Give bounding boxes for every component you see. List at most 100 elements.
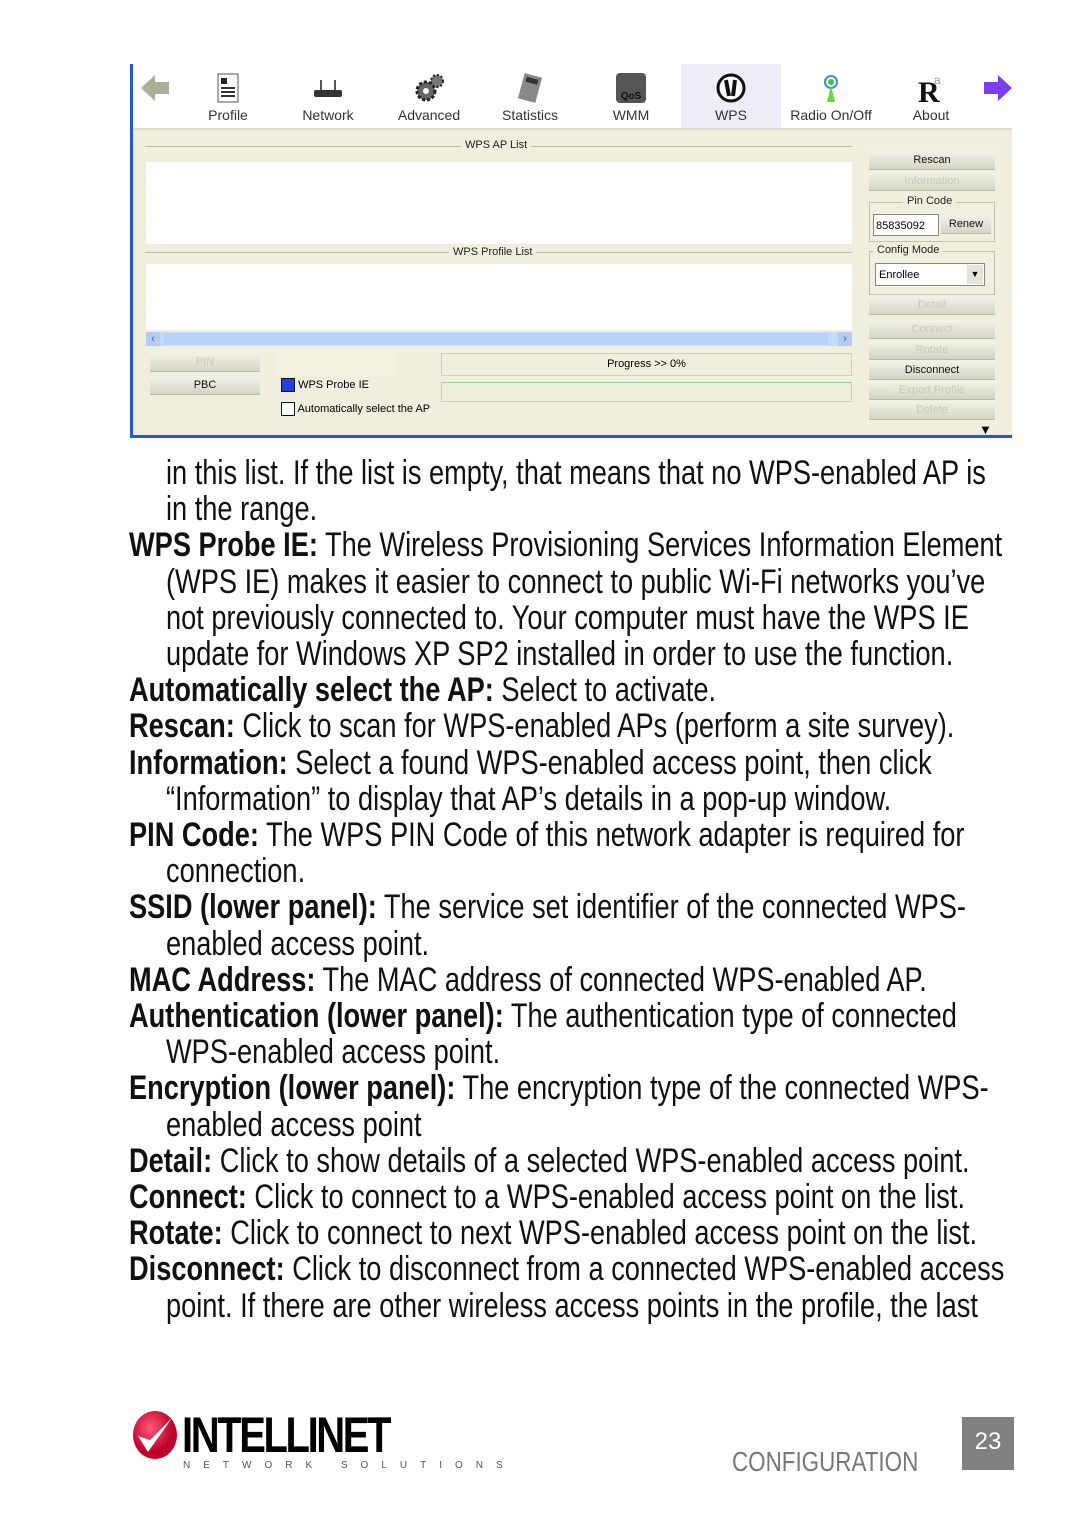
- wps-ap-list[interactable]: [146, 162, 852, 244]
- toolbar-wps-button[interactable]: WPS: [681, 64, 781, 128]
- calculator-icon: [514, 72, 546, 104]
- progress-text: Progress >> 0%: [441, 353, 852, 376]
- svg-text:QoS: QoS: [621, 91, 642, 102]
- logo-text: INTELLINET: [182, 1407, 391, 1463]
- body-line: PIN Code: The WPS PIN Code of this netwo…: [129, 817, 964, 853]
- body-line: Detail: Click to show details of a selec…: [129, 1143, 970, 1179]
- forward-arrow-icon: [982, 72, 1014, 104]
- description-text: not previously connected to. Your comput…: [166, 598, 969, 637]
- wps-probe-ie-checkbox[interactable]: WPS Probe IE: [281, 378, 369, 392]
- export-profile-button[interactable]: Export Profile: [869, 381, 995, 400]
- description-text: The WPS PIN Code of this network adapter…: [258, 816, 965, 854]
- delete-button[interactable]: Delete: [869, 401, 995, 420]
- renew-button[interactable]: Renew: [941, 215, 991, 234]
- toolbar-radio-on-off-button[interactable]: Radio On/Off: [781, 64, 881, 128]
- about-icon: Ra: [915, 72, 947, 109]
- rotate-button[interactable]: Rotate: [869, 341, 995, 360]
- description-text: Click to scan for WPS-enabled APs (perfo…: [234, 707, 955, 746]
- toolbar-label: WPS: [715, 107, 747, 123]
- body-line: SSID (lower panel): The service set iden…: [129, 889, 966, 925]
- status-area: [276, 352, 396, 376]
- scroll-thumb[interactable]: [164, 333, 828, 345]
- pin-code-field[interactable]: 85835092: [873, 214, 939, 236]
- toolbar-advanced-button[interactable]: Advanced: [379, 64, 479, 128]
- checkbox-checked-icon[interactable]: [281, 378, 295, 392]
- checkbox-unchecked-icon[interactable]: [281, 402, 295, 416]
- toolbar-profile-button[interactable]: Profile: [178, 64, 278, 128]
- body-line: enabled access point: [166, 1107, 422, 1143]
- back-arrow-icon: [139, 72, 171, 104]
- term-label: Encryption (lower panel):: [129, 1069, 456, 1108]
- wps-ap-list-label: WPS AP List: [461, 139, 532, 151]
- wps-profile-list[interactable]: [146, 264, 852, 330]
- term-label: WPS Probe IE:: [129, 526, 318, 565]
- body-line: Rescan: Click to scan for WPS-enabled AP…: [129, 708, 954, 744]
- toolbar-label: WMM: [612, 107, 650, 123]
- horizontal-scrollbar[interactable]: ‹ ›: [146, 332, 852, 346]
- description-text: The authentication type of connected: [503, 997, 957, 1035]
- auto-select-ap-checkbox[interactable]: Automatically select the AP: [281, 402, 430, 416]
- description-text: Click to connect to next WPS-enabled acc…: [222, 1214, 978, 1253]
- scroll-left-icon[interactable]: ‹: [146, 332, 160, 346]
- term-label: Information:: [129, 743, 288, 782]
- description-text: Click to show details of a selected WPS-…: [212, 1141, 970, 1180]
- scroll-right-icon[interactable]: ›: [838, 332, 852, 346]
- description-text: The Wireless Provisioning Services Infor…: [317, 526, 1003, 565]
- wps-probe-ie-label: WPS Probe IE: [298, 378, 369, 391]
- wps-icon: [715, 72, 747, 104]
- term-label: Rotate:: [129, 1214, 223, 1253]
- body-line: WPS-enabled access point.: [166, 1034, 500, 1070]
- body-line: Authentication (lower panel): The authen…: [129, 998, 957, 1034]
- disconnect-button[interactable]: Disconnect: [869, 361, 995, 380]
- description-text: Click to disconnect from a connected WPS…: [284, 1250, 1005, 1289]
- description-text: (WPS IE) makes it easier to connect to p…: [166, 562, 986, 601]
- description-text: Select a found WPS-enabled access point,…: [287, 743, 932, 782]
- body-line: in the range.: [166, 491, 317, 527]
- detail-button[interactable]: Detail: [869, 296, 995, 315]
- description-text: in the range.: [166, 490, 318, 529]
- router-icon: [312, 72, 344, 104]
- toolbar-wmm-button[interactable]: QoS WMM: [581, 64, 681, 128]
- description-text: in this list. If the list is empty, that…: [166, 454, 986, 492]
- svg-text:a: a: [934, 73, 941, 87]
- section-title: CONFIGURATION: [732, 1446, 919, 1477]
- term-label: Connect:: [129, 1178, 247, 1216]
- toolbar-forward-arrow-button[interactable]: [948, 64, 1048, 128]
- pbc-button[interactable]: PBC: [150, 376, 260, 395]
- description-text: enabled access point.: [166, 924, 430, 963]
- description-text: The service set identifier of the connec…: [376, 888, 966, 927]
- description-text: The encryption type of the connected WPS…: [455, 1069, 989, 1108]
- body-line: Encryption (lower panel): The encryption…: [129, 1070, 989, 1106]
- expand-down-icon[interactable]: ▼: [979, 422, 992, 437]
- body-line: Information: Select a found WPS-enabled …: [129, 745, 932, 781]
- toolbar-network-button[interactable]: Network: [278, 64, 378, 128]
- rescan-button[interactable]: Rescan: [869, 151, 995, 170]
- toolbar-statistics-button[interactable]: Statistics: [480, 64, 580, 128]
- description-text: “Information” to display that AP’s detai…: [166, 779, 892, 818]
- toolbar-label: Profile: [208, 107, 248, 123]
- body-line: Connect: Click to connect to a WPS-enabl…: [129, 1179, 965, 1215]
- body-line: Automatically select the AP: Select to a…: [129, 672, 716, 708]
- pin-code-label: Pin Code: [903, 195, 957, 207]
- term-label: PIN Code:: [129, 816, 259, 854]
- connect-button[interactable]: Connect: [869, 320, 995, 339]
- pin-button[interactable]: PIN: [150, 353, 260, 372]
- body-line: connection.: [166, 853, 305, 889]
- description-text: connection.: [166, 852, 306, 891]
- description-text: Select to activate.: [493, 671, 717, 710]
- antenna-icon: [815, 72, 847, 104]
- gears-icon: [413, 72, 445, 104]
- body-line: (WPS IE) makes it easier to connect to p…: [166, 564, 985, 600]
- qos-icon: QoS: [615, 72, 647, 104]
- config-mode-select[interactable]: Enrollee ▼: [875, 263, 985, 286]
- description-text: update for Windows XP SP2 installed in o…: [166, 635, 954, 673]
- term-label: Detail:: [129, 1141, 213, 1180]
- toolbar-label: Statistics: [501, 107, 558, 123]
- information-button[interactable]: Information: [869, 172, 995, 191]
- wps-profile-list-label: WPS Profile List: [449, 246, 537, 258]
- auto-select-ap-label: Automatically select the AP: [297, 402, 431, 415]
- description-text: WPS-enabled access point.: [166, 1033, 501, 1072]
- page-number: 23: [962, 1417, 1014, 1470]
- chevron-down-icon[interactable]: ▼: [967, 265, 983, 284]
- profile-icon: [212, 72, 244, 104]
